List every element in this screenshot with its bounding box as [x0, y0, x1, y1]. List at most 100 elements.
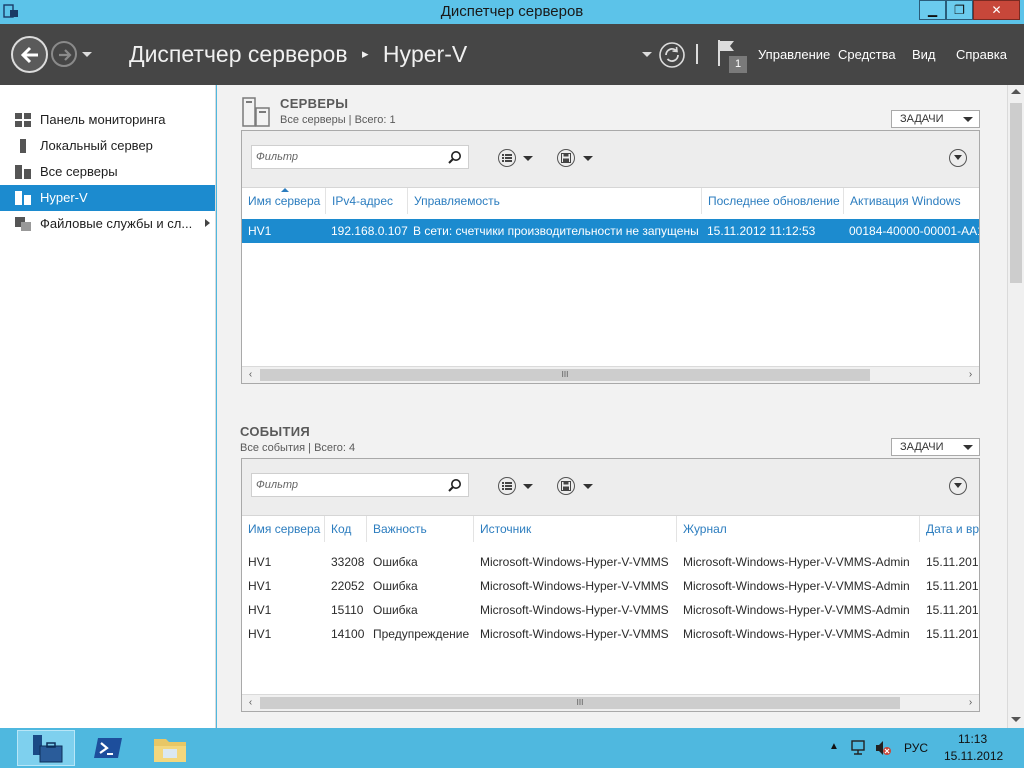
taskbar-powershell[interactable] — [79, 730, 137, 766]
col-last-update[interactable]: Последнее обновление — [702, 188, 844, 214]
forward-arrow-icon — [59, 49, 72, 61]
cell-log: Microsoft-Windows-Hyper-V-VMMS-Admin — [683, 555, 910, 569]
network-icon[interactable] — [850, 739, 868, 757]
refresh-icon[interactable] — [658, 41, 686, 69]
volume-muted-icon[interactable] — [874, 739, 892, 757]
cell-id: 14100 — [331, 627, 365, 641]
cell-server-name: HV1 — [248, 603, 272, 617]
scrollbar-thumb[interactable]: III — [260, 369, 870, 381]
minimize-button[interactable]: ▁ — [919, 0, 946, 20]
col-datetime[interactable]: Дата и вр — [920, 516, 979, 542]
breadcrumb-separator-icon: ▸ — [361, 46, 369, 61]
history-dropdown-icon[interactable] — [82, 52, 92, 57]
col-log[interactable]: Журнал — [677, 516, 920, 542]
restore-button[interactable]: ❐ — [946, 0, 973, 20]
window-title: Диспетчер серверов — [440, 3, 584, 20]
events-hscrollbar[interactable]: ‹ III › — [242, 694, 979, 711]
cell-log: Microsoft-Windows-Hyper-V-VMMS-Admin — [683, 627, 910, 641]
scroll-right-icon[interactable]: › — [962, 367, 979, 383]
close-button[interactable]: ✕ — [973, 0, 1020, 20]
scrollbar-thumb[interactable]: III — [260, 697, 900, 709]
menu-manage[interactable]: Управление — [758, 47, 830, 62]
clock-time[interactable]: 11:13 — [958, 732, 987, 746]
menu-tools[interactable]: Средства — [838, 47, 896, 62]
save-query-dropdown-icon[interactable] — [583, 156, 593, 161]
table-row[interactable]: HV1 192.168.0.107 В сети: счетчики произ… — [242, 219, 979, 243]
cell-id: 22052 — [331, 579, 365, 593]
search-icon[interactable] — [448, 478, 462, 492]
back-arrow-icon — [20, 46, 38, 64]
refresh-dropdown-icon[interactable] — [642, 52, 652, 57]
events-tasks-button[interactable]: ЗАДАЧИ — [891, 438, 980, 456]
vscroll-thumb[interactable] — [1010, 103, 1022, 283]
table-row[interactable]: HV1 14100 Предупреждение Microsoft-Windows-… — [242, 624, 979, 644]
cell-severity: Ошибка — [373, 579, 418, 593]
forward-button[interactable] — [51, 41, 77, 67]
list-options-dropdown-icon[interactable] — [523, 156, 533, 161]
col-ipv4[interactable]: IPv4-адрес — [326, 188, 408, 214]
cell-source: Microsoft-Windows-Hyper-V-VMMS — [480, 555, 669, 569]
scroll-left-icon[interactable]: ‹ — [242, 695, 259, 711]
servers-section-icon — [242, 97, 270, 127]
sidebar-item-local-server[interactable]: Локальный сервер — [0, 133, 215, 159]
scroll-left-icon[interactable]: ‹ — [242, 367, 259, 383]
cell-source: Microsoft-Windows-Hyper-V-VMMS — [480, 603, 669, 617]
breadcrumb-root[interactable]: Диспетчер серверов — [129, 41, 348, 67]
col-severity[interactable]: Важность — [367, 516, 474, 542]
main-vscrollbar[interactable] — [1007, 85, 1024, 728]
cell-server-name: HV1 — [248, 555, 272, 569]
tasks-label: ЗАДАЧИ — [900, 113, 944, 125]
tasks-label: ЗАДАЧИ — [900, 441, 944, 453]
scroll-up-icon[interactable] — [1011, 89, 1021, 94]
servers-filter[interactable] — [251, 145, 469, 169]
taskbar-server-manager[interactable] — [17, 730, 75, 766]
list-options-button[interactable] — [498, 477, 516, 495]
save-query-dropdown-icon[interactable] — [583, 484, 593, 489]
servers-tasks-button[interactable]: ЗАДАЧИ — [891, 110, 980, 128]
col-id[interactable]: Код — [325, 516, 367, 542]
list-options-dropdown-icon[interactable] — [523, 484, 533, 489]
sidebar-item-file-services[interactable]: Файловые службы и сл... — [0, 211, 215, 237]
sidebar-item-dashboard[interactable]: Панель мониторинга — [0, 107, 215, 133]
events-filter[interactable] — [251, 473, 469, 497]
tray-show-hidden-icon[interactable]: ▲ — [829, 741, 839, 752]
back-button[interactable] — [11, 36, 48, 73]
servers-filter-input[interactable] — [252, 146, 442, 168]
taskbar-explorer[interactable] — [141, 730, 199, 766]
cell-severity: Ошибка — [373, 603, 418, 617]
save-icon — [561, 481, 571, 491]
col-source[interactable]: Источник — [474, 516, 677, 542]
events-subtitle: Все события | Всего: 4 — [240, 442, 356, 454]
chevron-down-icon — [954, 155, 962, 160]
menu-help[interactable]: Справка — [956, 47, 1007, 62]
events-toolbar — [242, 459, 979, 516]
cell-server-name: HV1 — [248, 579, 272, 593]
table-row[interactable]: HV1 33208 Ошибка Microsoft-Windows-Hyper-V-… — [242, 552, 979, 572]
tasks-dropdown-icon — [963, 445, 973, 450]
cell-manageability: В сети: счетчики производительности не з… — [413, 224, 699, 238]
col-manageability[interactable]: Управляемость — [408, 188, 702, 214]
menu-view[interactable]: Вид — [912, 47, 936, 62]
scroll-right-icon[interactable]: › — [962, 695, 979, 711]
language-indicator[interactable]: РУС — [904, 741, 928, 755]
col-windows-activation[interactable]: Активация Windows — [844, 188, 979, 214]
scroll-down-icon[interactable] — [1011, 717, 1021, 722]
collapse-button[interactable] — [949, 149, 967, 167]
search-icon[interactable] — [448, 150, 462, 164]
table-row[interactable]: HV1 15110 Ошибка Microsoft-Windows-Hyper-V-… — [242, 600, 979, 620]
list-options-button[interactable] — [498, 149, 516, 167]
sidebar-item-all-servers[interactable]: Все серверы — [0, 159, 215, 185]
sidebar-item-hyperv[interactable]: Hyper-V — [0, 185, 215, 211]
cell-log: Microsoft-Windows-Hyper-V-VMMS-Admin — [683, 603, 910, 617]
save-query-button[interactable] — [557, 477, 575, 495]
collapse-button[interactable] — [949, 477, 967, 495]
table-row[interactable]: HV1 22052 Ошибка Microsoft-Windows-Hyper-V-… — [242, 576, 979, 596]
list-icon — [502, 482, 512, 490]
clock-date[interactable]: 15.11.2012 — [944, 749, 1003, 763]
servers-title: СЕРВЕРЫ — [280, 96, 349, 111]
save-query-button[interactable] — [557, 149, 575, 167]
cell-last-update: 15.11.2012 11:12:53 — [707, 224, 816, 238]
events-filter-input[interactable] — [252, 474, 442, 496]
col-server-name[interactable]: Имя сервера — [242, 516, 325, 542]
servers-hscrollbar[interactable]: ‹ III › — [242, 366, 979, 383]
